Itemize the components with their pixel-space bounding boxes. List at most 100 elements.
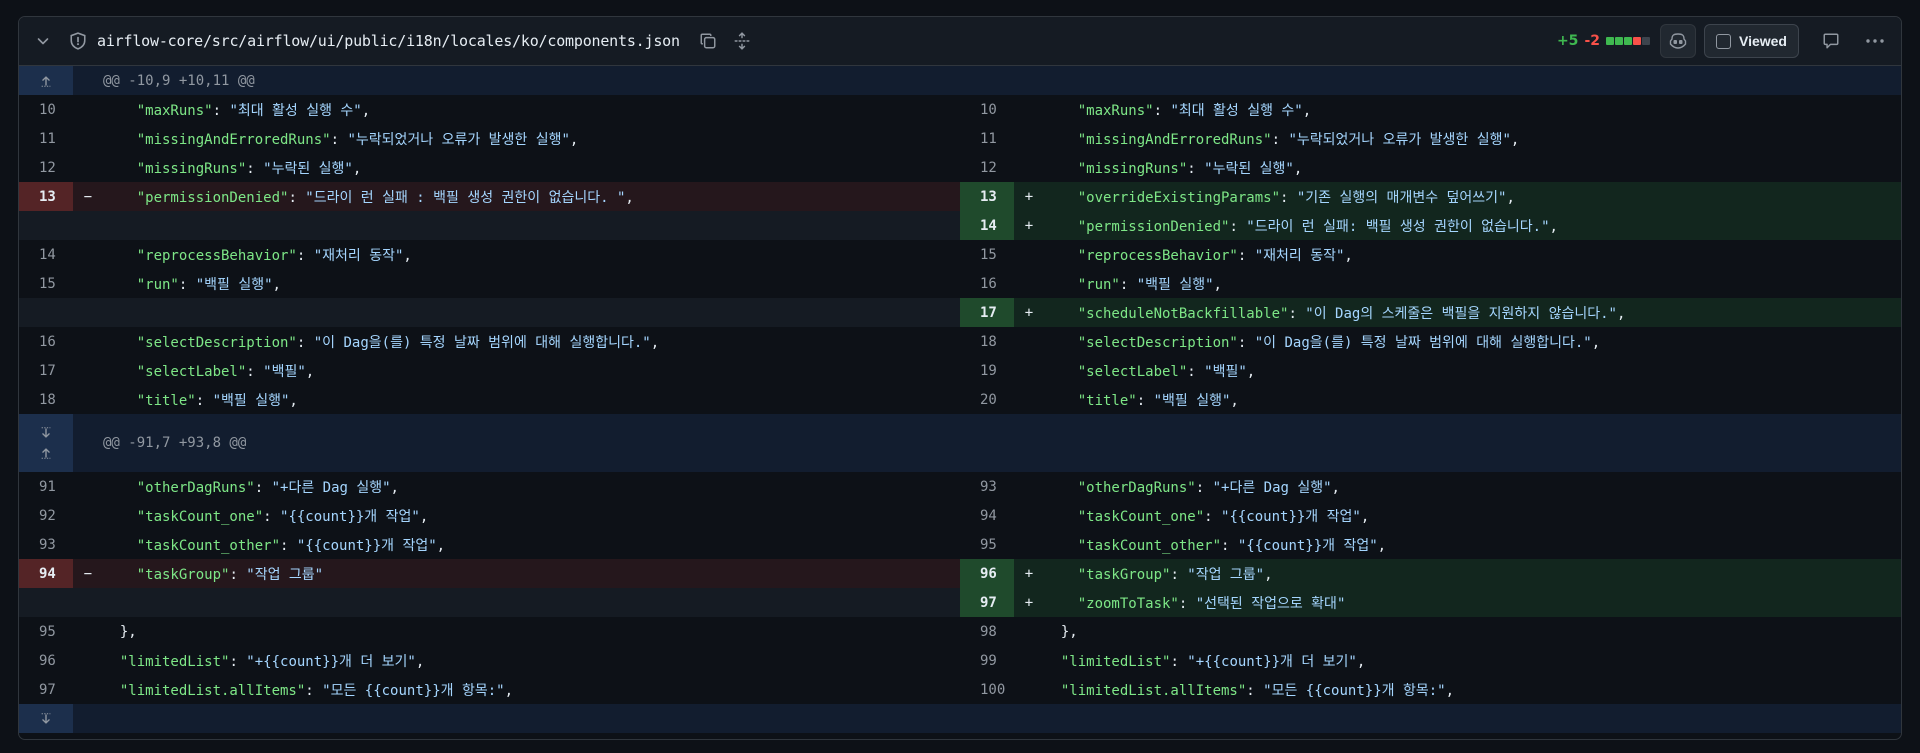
expand-up-icon[interactable] [39, 443, 53, 463]
json-key: "overrideExistingParams" [1077, 189, 1281, 206]
left-side: 95 }, [19, 617, 960, 646]
line-number[interactable]: 91 [19, 472, 73, 501]
line-number[interactable]: 16 [19, 327, 73, 356]
expand-up-icon[interactable] [39, 71, 53, 91]
line-number[interactable]: 13 [960, 182, 1014, 211]
line-number[interactable]: 11 [19, 124, 73, 153]
diffstat-block [1642, 37, 1650, 45]
line-number[interactable]: 94 [960, 501, 1014, 530]
line-number[interactable]: 17 [960, 298, 1014, 327]
json-key: "otherDagRuns" [136, 479, 255, 496]
json-value: "+{{count}}개 더 보기" [1187, 653, 1357, 670]
checkbox-icon[interactable] [1716, 33, 1731, 49]
code-line: "maxRuns": "최대 활성 실행 수", [136, 102, 371, 119]
json-value: "최대 활성 실행 수" [229, 102, 362, 119]
line-number[interactable]: 13 [19, 182, 73, 211]
expand-down-icon[interactable] [39, 423, 53, 443]
left-side: 10 "maxRuns": "최대 활성 실행 수", [19, 95, 960, 124]
kebab-icon[interactable] [1859, 25, 1891, 57]
line-number[interactable] [19, 298, 73, 327]
line-number[interactable]: 95 [19, 617, 73, 646]
line-number[interactable]: 20 [960, 385, 1014, 414]
diff-marker [73, 95, 103, 124]
line-number[interactable]: 18 [960, 327, 1014, 356]
file-path[interactable]: airflow-core/src/airflow/ui/public/i18n/… [97, 32, 680, 50]
left-side: 18 "title": "백필 실행", [19, 385, 960, 414]
line-number[interactable]: 94 [19, 559, 73, 588]
line-number[interactable]: 96 [960, 559, 1014, 588]
json-punctuation: , [289, 392, 298, 409]
json-value: "백필 실행" [212, 392, 290, 409]
json-key: "limitedList.allItems" [1060, 682, 1247, 699]
expand-down-icon[interactable] [39, 709, 53, 729]
line-number[interactable]: 17 [19, 356, 73, 385]
diff-marker [73, 588, 103, 617]
line-number[interactable]: 12 [960, 153, 1014, 182]
line-number[interactable]: 16 [960, 269, 1014, 298]
diff-marker [1014, 356, 1044, 385]
line-number[interactable]: 93 [19, 530, 73, 559]
line-number[interactable]: 96 [19, 646, 73, 675]
left-side: 13− "permissionDenied": "드라이 런 실패 : 백필 생… [19, 182, 960, 211]
line-number[interactable]: 97 [19, 675, 73, 704]
diff-marker [1014, 240, 1044, 269]
right-side: 16 "run": "백필 실행", [960, 269, 1901, 298]
right-side: 15 "reprocessBehavior": "재처리 동작", [960, 240, 1901, 269]
line-number[interactable]: 15 [960, 240, 1014, 269]
left-side: 16 "selectDescription": "이 Dag을(를) 특정 날짜… [19, 327, 960, 356]
json-value: "{{count}}개 작업" [1221, 508, 1361, 525]
line-number[interactable] [19, 211, 73, 240]
line-number[interactable]: 15 [19, 269, 73, 298]
copilot-icon[interactable] [1660, 24, 1696, 58]
line-number[interactable]: 92 [19, 501, 73, 530]
line-number[interactable]: 18 [19, 385, 73, 414]
line-number[interactable]: 100 [960, 675, 1014, 704]
comment-icon[interactable] [1815, 25, 1847, 57]
diff-row: 11 "missingAndErroredRuns": "누락되었거나 오류가 … [19, 124, 1901, 153]
json-key: "missingAndErroredRuns" [136, 131, 331, 148]
line-number[interactable]: 98 [960, 617, 1014, 646]
json-value: "백필 실행" [1153, 392, 1231, 409]
json-punctuation: , [1616, 305, 1626, 322]
json-value: "작업 그룹" [1187, 566, 1265, 583]
expand-lines-button[interactable] [19, 704, 73, 733]
line-number[interactable]: 10 [960, 95, 1014, 124]
json-value: "{{count}}개 작업" [1237, 537, 1378, 554]
diff-row: 97 "limitedList.allItems": "모든 {{count}}… [19, 675, 1901, 704]
hunk-range: @@ -10,9 +10,11 @@ [103, 72, 255, 89]
copy-icon[interactable] [694, 27, 722, 55]
viewed-checkbox[interactable]: Viewed [1704, 24, 1799, 58]
json-value: "백필 실행" [1136, 276, 1214, 293]
line-number[interactable]: 12 [19, 153, 73, 182]
line-number[interactable]: 93 [960, 472, 1014, 501]
right-side: 10 "maxRuns": "최대 활성 실행 수", [960, 95, 1901, 124]
diff-row: 17 "selectLabel": "백필", 19 "selectLabel":… [19, 356, 1901, 385]
line-number[interactable]: 99 [960, 646, 1014, 675]
line-number[interactable]: 97 [960, 588, 1014, 617]
line-number[interactable]: 19 [960, 356, 1014, 385]
line-number[interactable]: 10 [19, 95, 73, 124]
json-key: "missingRuns" [1077, 160, 1188, 177]
expand-lines-button[interactable] [19, 66, 73, 95]
line-number[interactable]: 11 [960, 124, 1014, 153]
json-key: "limitedList" [119, 653, 230, 670]
diff-row: 92 "taskCount_one": "{{count}}개 작업", 94 "… [19, 501, 1901, 530]
diff-marker [1014, 646, 1044, 675]
diff-file: airflow-core/src/airflow/ui/public/i18n/… [18, 16, 1902, 740]
expand-lines-button[interactable] [19, 414, 73, 472]
left-side: 92 "taskCount_one": "{{count}}개 작업", [19, 501, 960, 530]
code-line: "selectLabel": "백필", [1077, 363, 1256, 380]
chevron-down-icon[interactable] [29, 27, 57, 55]
right-side: 94 "taskCount_one": "{{count}}개 작업", [960, 501, 1901, 530]
json-value: "누락된 실행" [1204, 160, 1294, 177]
line-number[interactable]: 95 [960, 530, 1014, 559]
line-number[interactable] [19, 588, 73, 617]
code-line: "missingRuns": "누락된 실행", [136, 160, 362, 177]
diff-marker: + [1024, 304, 1034, 321]
unfold-icon[interactable] [728, 27, 756, 55]
line-number[interactable]: 14 [19, 240, 73, 269]
code-line: "reprocessBehavior": "재처리 동작", [1077, 247, 1353, 264]
json-key: "reprocessBehavior" [1077, 247, 1238, 264]
json-punctuation: , [361, 102, 371, 119]
line-number[interactable]: 14 [960, 211, 1014, 240]
